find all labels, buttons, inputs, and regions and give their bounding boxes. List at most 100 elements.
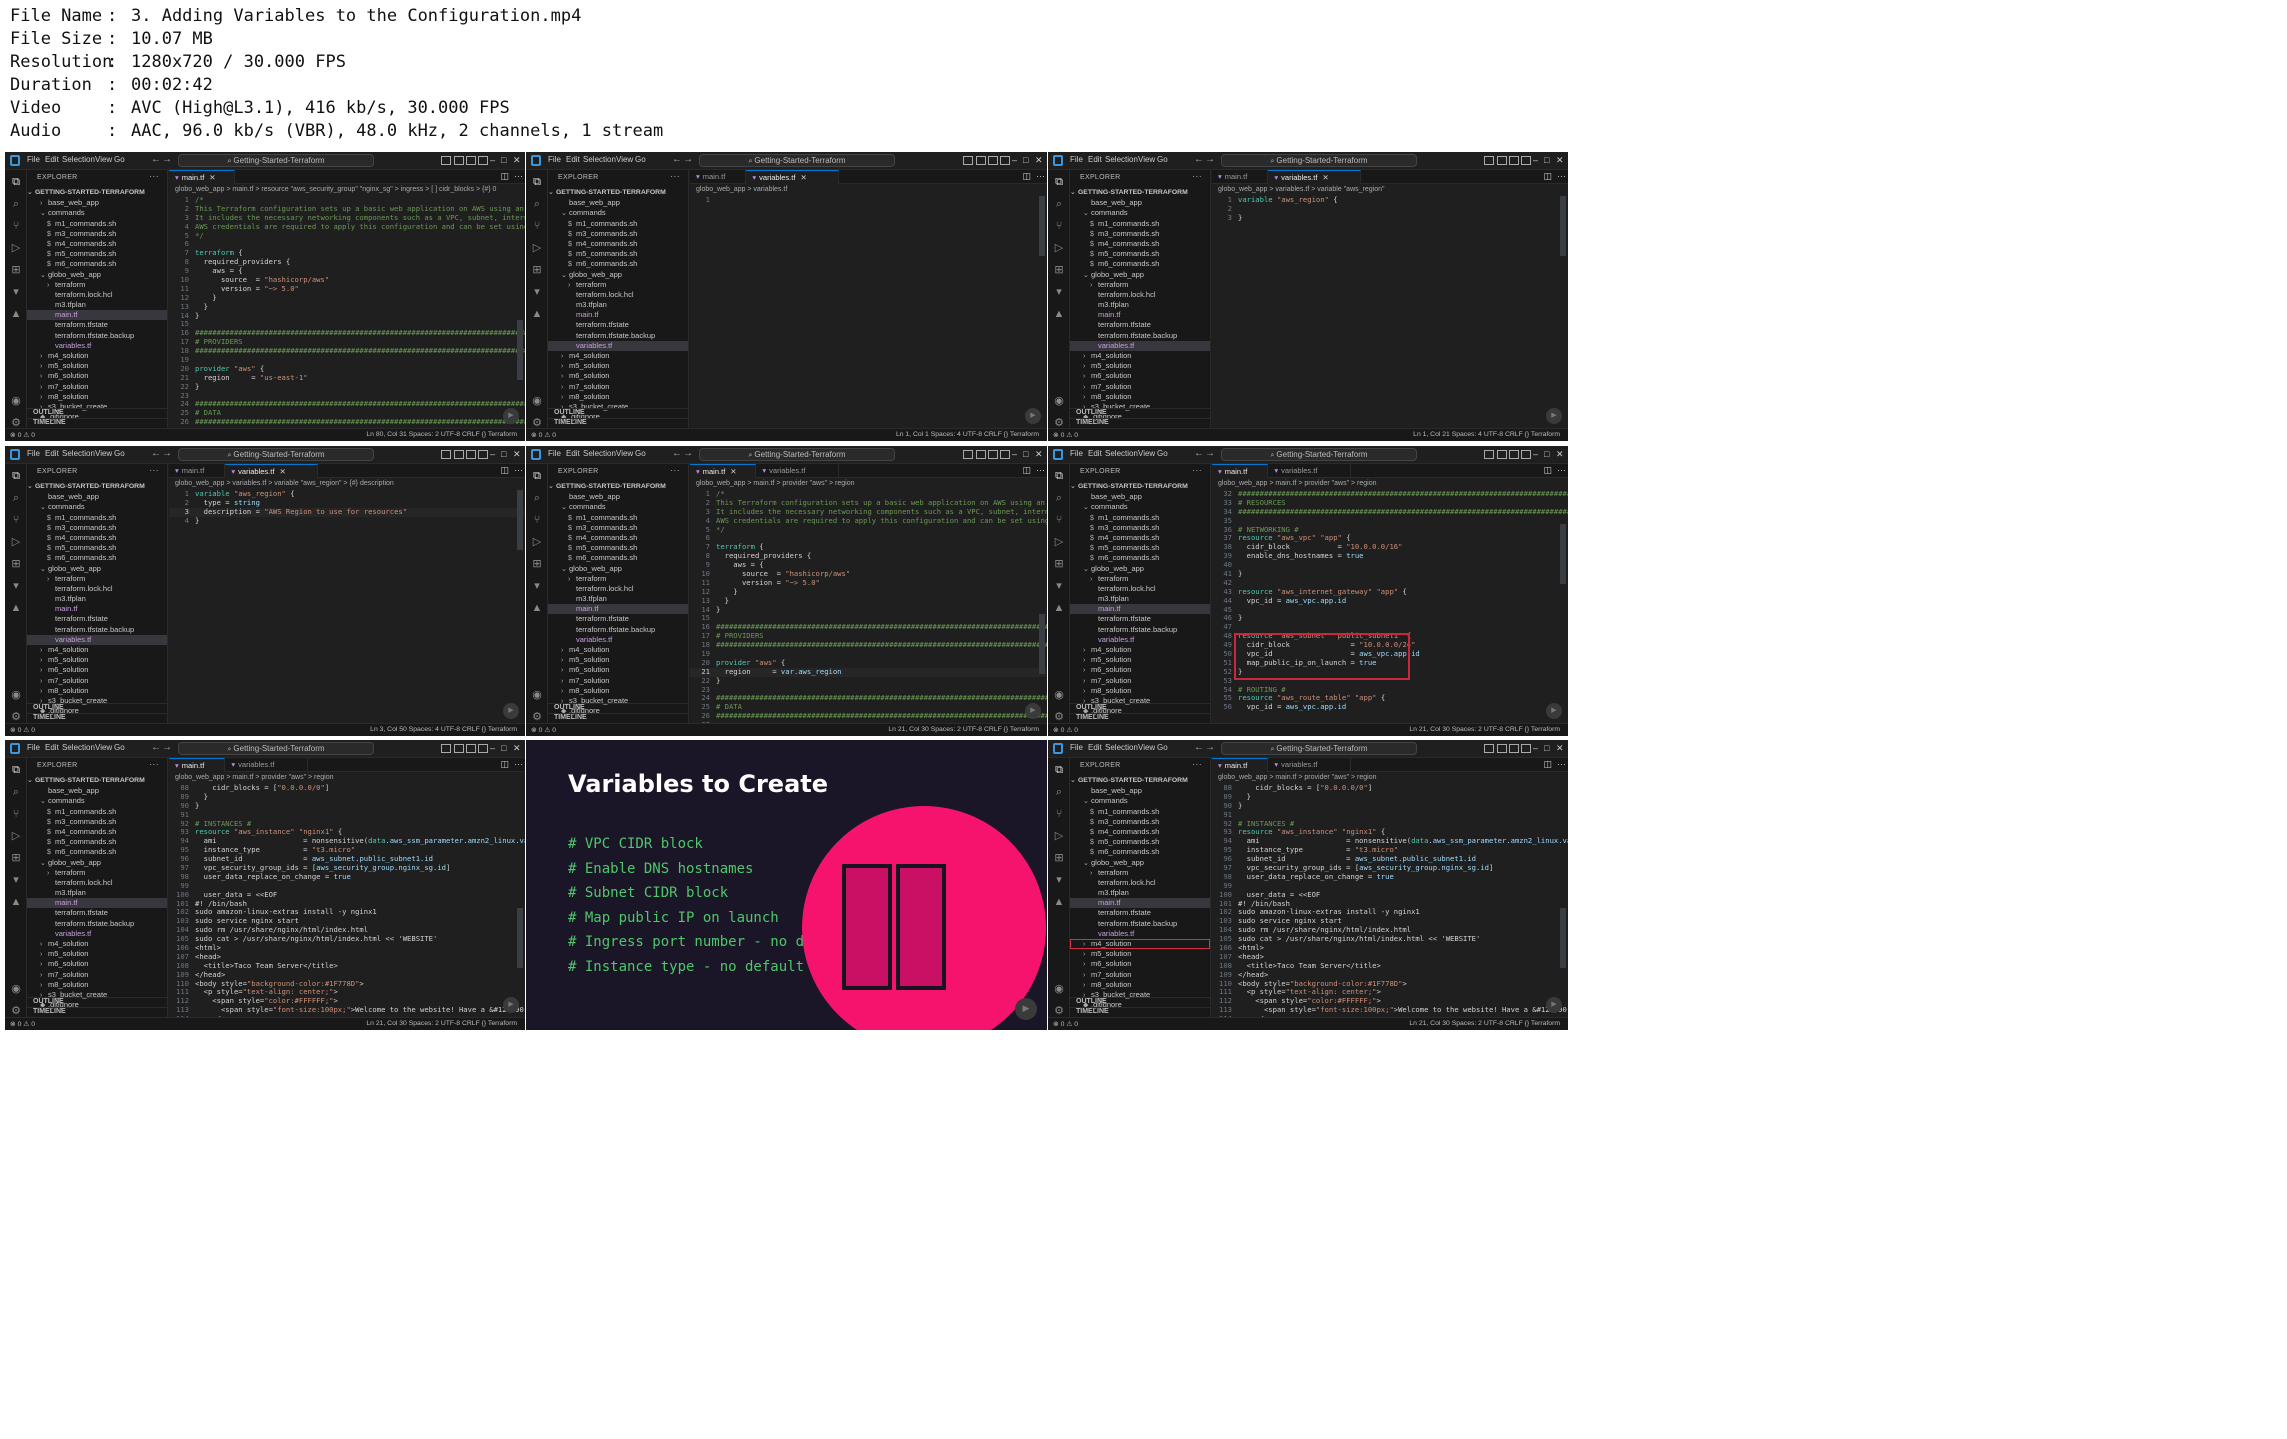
tree-item[interactable]: base_web_app <box>1070 492 1210 502</box>
tab-variables-tf[interactable]: ▾ variables.tf <box>1268 758 1351 772</box>
files-icon[interactable]: ⧉ <box>10 764 22 776</box>
tree-item[interactable]: ⌄ globo_web_app <box>27 564 167 574</box>
layout-toggle-icon[interactable] <box>975 156 986 165</box>
command-search[interactable]: ⌕ Getting-Started-Terraform <box>178 742 374 755</box>
tree-item[interactable]: ⌄ globo_web_app <box>548 564 688 574</box>
close-window-icon[interactable]: ✕ <box>1035 155 1043 166</box>
tree-item[interactable]: › terraform <box>1070 280 1210 290</box>
menu-view[interactable]: View <box>616 155 633 164</box>
timeline-section[interactable]: TIMELINE <box>1070 1007 1210 1017</box>
extensions-icon[interactable]: ⊞ <box>1053 558 1065 570</box>
forward-arrow-icon[interactable]: → <box>1205 154 1215 165</box>
azure-icon[interactable]: ▲ <box>1053 308 1065 320</box>
settings-gear-icon[interactable]: ⚙ <box>531 711 543 723</box>
minimap-slider[interactable] <box>517 490 523 550</box>
tree-item[interactable]: $ m3_commands.sh <box>27 229 167 239</box>
tree-item[interactable]: $ m1_commands.sh <box>1070 513 1210 523</box>
search-icon[interactable]: ⌕ <box>1053 786 1065 798</box>
tree-item[interactable]: m3.tfplan <box>1070 300 1210 310</box>
status-problems[interactable]: ⊗ 0 ⚠ 0 <box>1053 1020 1078 1028</box>
outline-section[interactable]: OUTLINE <box>1070 408 1210 418</box>
tree-item[interactable]: terraform.tfstate.backup <box>27 919 167 929</box>
tree-item[interactable]: ⌄ commands <box>1070 208 1210 218</box>
menu-file[interactable]: File <box>27 155 40 164</box>
more-actions-icon[interactable]: ··· <box>514 465 523 475</box>
tree-root[interactable]: ⌄ GETTING-STARTED-TERRAFORM <box>548 482 688 492</box>
search-icon[interactable]: ⌕ <box>1053 492 1065 504</box>
settings-gear-icon[interactable]: ⚙ <box>10 1005 22 1017</box>
tree-item[interactable]: ⌄ globo_web_app <box>1070 564 1210 574</box>
tree-item[interactable]: › m5_solution <box>548 361 688 371</box>
tree-item[interactable]: $ m1_commands.sh <box>548 513 688 523</box>
tree-item[interactable]: $ m3_commands.sh <box>1070 229 1210 239</box>
tree-item[interactable]: main.tf <box>548 310 688 320</box>
more-actions-icon[interactable]: ··· <box>1036 171 1045 181</box>
tree-item[interactable]: › terraform <box>27 868 167 878</box>
tree-root[interactable]: ⌄ GETTING-STARTED-TERRAFORM <box>1070 776 1210 786</box>
menu-view[interactable]: View <box>95 449 112 458</box>
tree-item[interactable]: › m6_solution <box>548 371 688 381</box>
close-window-icon[interactable]: ✕ <box>513 449 521 460</box>
tree-item[interactable]: $ m5_commands.sh <box>27 837 167 847</box>
extensions-icon[interactable]: ⊞ <box>10 852 22 864</box>
tree-item[interactable]: $ m6_commands.sh <box>27 259 167 269</box>
breadcrumb[interactable]: globo_web_app > main.tf > provider "aws"… <box>690 478 1047 489</box>
tree-item[interactable]: › m4_solution <box>1070 351 1210 361</box>
close-window-icon[interactable]: ✕ <box>1035 449 1043 460</box>
tree-root[interactable]: ⌄ GETTING-STARTED-TERRAFORM <box>27 482 167 492</box>
timeline-section[interactable]: TIMELINE <box>548 418 688 428</box>
close-tab-icon[interactable]: ✕ <box>800 173 806 182</box>
menu-file[interactable]: File <box>27 449 40 458</box>
tree-item[interactable]: › m8_solution <box>548 686 688 696</box>
layout-toggle-icon[interactable] <box>478 450 488 459</box>
layout-toggle-icon[interactable] <box>962 156 973 165</box>
tree-item[interactable]: terraform.tfstate.backup <box>27 331 167 341</box>
account-icon[interactable]: ◉ <box>10 689 22 701</box>
run-debug-icon[interactable]: ▷ <box>1053 242 1065 254</box>
menu-go[interactable]: Go <box>114 155 125 164</box>
run-debug-icon[interactable]: ▷ <box>10 830 22 842</box>
tree-item[interactable]: › m6_solution <box>1070 665 1210 675</box>
source-control-icon[interactable]: ⑂ <box>1053 220 1065 232</box>
files-icon[interactable]: ⧉ <box>1053 470 1065 482</box>
breadcrumb[interactable]: globo_web_app > variables.tf > variable … <box>1212 184 1568 195</box>
tree-item[interactable]: $ m3_commands.sh <box>27 523 167 533</box>
tree-item[interactable]: base_web_app <box>548 492 688 502</box>
menu-edit[interactable]: Edit <box>45 449 59 458</box>
tree-item[interactable]: › terraform <box>548 574 688 584</box>
minimap-slider[interactable] <box>1560 524 1566 584</box>
back-arrow-icon[interactable]: ← <box>1194 448 1204 459</box>
breadcrumb[interactable]: globo_web_app > main.tf > provider "aws"… <box>1212 478 1568 489</box>
tree-item[interactable]: terraform.lock.hcl <box>27 878 167 888</box>
more-actions-icon[interactable]: ··· <box>1192 465 1202 475</box>
azure-icon[interactable]: ▲ <box>531 602 543 614</box>
extensions-icon[interactable]: ⊞ <box>1053 264 1065 276</box>
terraform-icon[interactable]: ▾ <box>10 580 22 592</box>
tree-item[interactable]: ⌄ globo_web_app <box>27 858 167 868</box>
close-window-icon[interactable]: ✕ <box>1556 449 1564 460</box>
tree-item[interactable]: $ m3_commands.sh <box>1070 523 1210 533</box>
status-cursor-info[interactable]: Ln 21, Col 30 Spaces: 2 UTF-8 CRLF {} Te… <box>888 726 1039 733</box>
tree-item[interactable]: $ m6_commands.sh <box>1070 553 1210 563</box>
status-cursor-info[interactable]: Ln 21, Col 30 Spaces: 2 UTF-8 CRLF {} Te… <box>1409 726 1560 733</box>
account-icon[interactable]: ◉ <box>1053 983 1065 995</box>
layout-toggle-icon[interactable] <box>975 450 986 459</box>
tree-item[interactable]: variables.tf <box>27 341 167 351</box>
tab-main-tf[interactable]: ▾ main.tf <box>690 170 747 184</box>
minimize-icon[interactable]: – <box>490 743 495 753</box>
close-window-icon[interactable]: ✕ <box>1556 743 1564 754</box>
tree-item[interactable]: › m8_solution <box>27 392 167 402</box>
tree-item[interactable]: m3.tfplan <box>27 594 167 604</box>
tree-item[interactable]: › m4_solution <box>27 645 167 655</box>
tree-item[interactable]: terraform.tfstate <box>548 320 688 330</box>
terraform-icon[interactable]: ▾ <box>1053 580 1065 592</box>
terraform-icon[interactable]: ▾ <box>1053 286 1065 298</box>
tab-main-tf[interactable]: ▾ main.tf <box>1212 170 1269 184</box>
account-icon[interactable]: ◉ <box>1053 689 1065 701</box>
layout-toggle-icon[interactable] <box>1497 156 1507 165</box>
tree-root[interactable]: ⌄ GETTING-STARTED-TERRAFORM <box>27 776 167 786</box>
minimap-slider[interactable] <box>1560 908 1566 968</box>
back-arrow-icon[interactable]: ← <box>1194 742 1204 753</box>
tree-item[interactable]: › m4_solution <box>1070 645 1210 655</box>
account-icon[interactable]: ◉ <box>10 983 22 995</box>
